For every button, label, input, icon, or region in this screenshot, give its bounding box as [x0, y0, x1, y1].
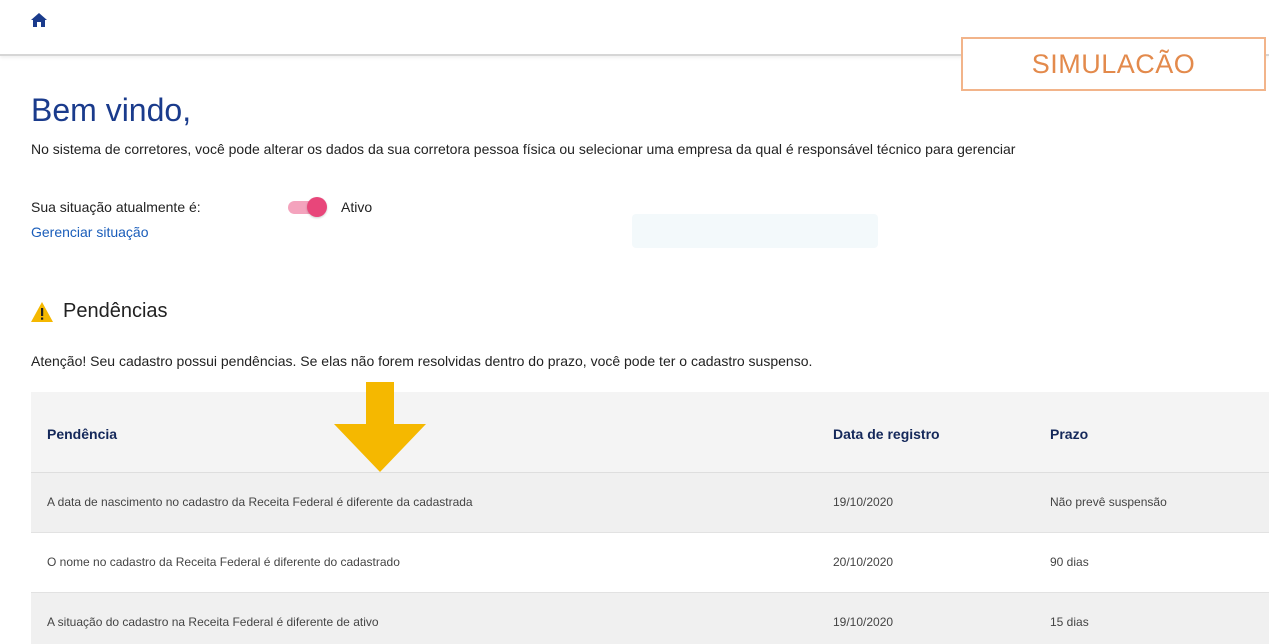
cell-data-registro: 20/10/2020 [833, 555, 894, 569]
header-data-registro[interactable]: Data de registro [833, 426, 940, 442]
intro-text: No sistema de corretores, você pode alte… [31, 141, 1016, 157]
toggle-knob [307, 197, 327, 217]
pendencias-title: Pendências [63, 300, 168, 322]
cell-data-registro: 19/10/2020 [833, 615, 894, 629]
cell-prazo: Não prevê suspensão [1050, 495, 1167, 509]
status-toggle[interactable] [288, 197, 328, 217]
home-icon[interactable] [31, 13, 47, 27]
header-prazo[interactable]: Prazo [1050, 426, 1088, 442]
cell-pendencia: A situação do cadastro na Receita Federa… [47, 615, 379, 629]
table-row[interactable]: A situação do cadastro na Receita Federa… [31, 593, 1269, 644]
faded-button [632, 214, 878, 248]
table-header: Pendência Data de registro Prazo [31, 392, 1269, 473]
page: SIMULACÃO Bem vindo, No sistema de corre… [0, 0, 1269, 644]
table-row[interactable]: A data de nascimento no cadastro da Rece… [31, 473, 1269, 533]
table-row[interactable]: O nome no cadastro da Receita Federal é … [31, 533, 1269, 593]
status-value: Ativo [341, 199, 373, 215]
cell-prazo: 90 dias [1050, 555, 1089, 569]
header-pendencia[interactable]: Pendência [47, 426, 117, 442]
status-label: Sua situação atualmente é: [31, 199, 201, 215]
attention-text: Atenção! Seu cadastro possui pendências.… [31, 353, 813, 369]
pendencias-table: Pendência Data de registro Prazo A data … [31, 392, 1269, 644]
warning-icon [31, 302, 53, 322]
cell-prazo: 15 dias [1050, 615, 1089, 629]
simulation-label: SIMULACÃO [961, 37, 1266, 91]
cell-data-registro: 19/10/2020 [833, 495, 894, 509]
manage-status-link[interactable]: Gerenciar situação [31, 224, 149, 240]
cell-pendencia: O nome no cadastro da Receita Federal é … [47, 555, 400, 569]
welcome-title: Bem vindo, [31, 92, 192, 128]
arrow-down-icon [334, 382, 426, 472]
cell-pendencia: A data de nascimento no cadastro da Rece… [47, 495, 473, 509]
